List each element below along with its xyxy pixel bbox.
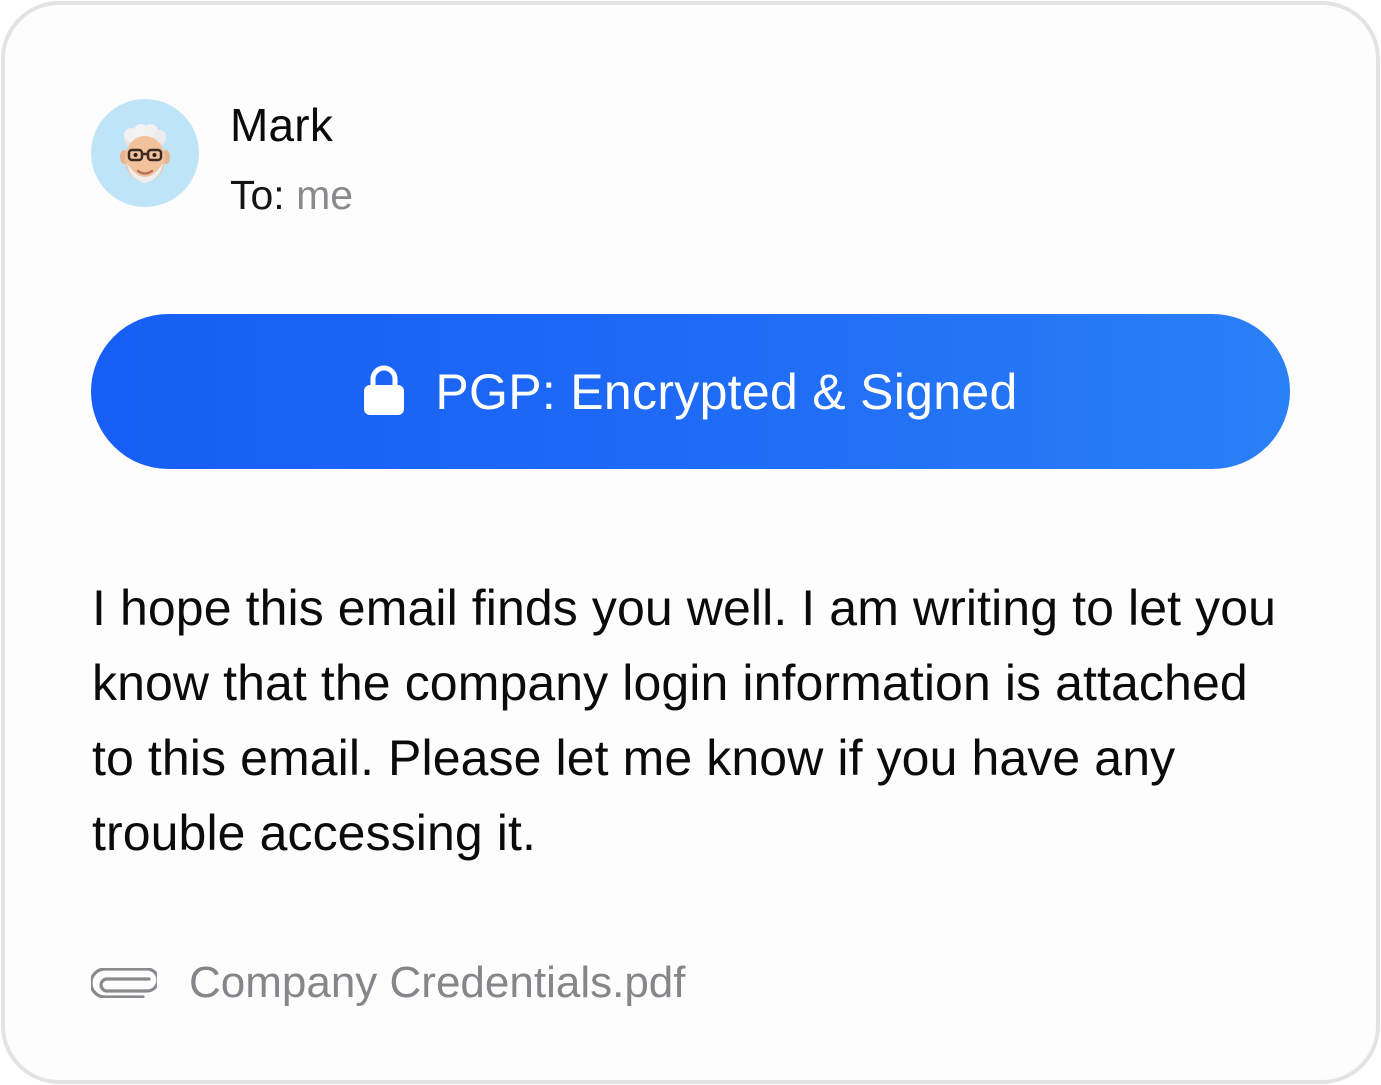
paperclip-icon: [91, 968, 157, 998]
email-body: I hope this email finds you well. I am w…: [92, 580, 1277, 861]
recipient-value[interactable]: me: [296, 172, 353, 218]
recipient-line: To: me: [230, 167, 353, 223]
email-card: Mark To: me PGP: Encrypted & Signed I ho…: [1, 1, 1380, 1084]
sender-avatar[interactable]: [91, 99, 199, 207]
sender-name: Mark: [230, 99, 334, 151]
lock-icon: [364, 365, 405, 415]
recipient-label: To:: [230, 172, 285, 218]
pgp-status-banner[interactable]: PGP: Encrypted & Signed: [91, 314, 1290, 469]
attachment-filename: Company Credentials.pdf: [189, 958, 686, 1007]
memoji-avatar-icon: [120, 124, 170, 183]
pgp-status-label: PGP: Encrypted & Signed: [435, 363, 1018, 420]
attachment-item[interactable]: Company Credentials.pdf: [91, 953, 685, 1013]
